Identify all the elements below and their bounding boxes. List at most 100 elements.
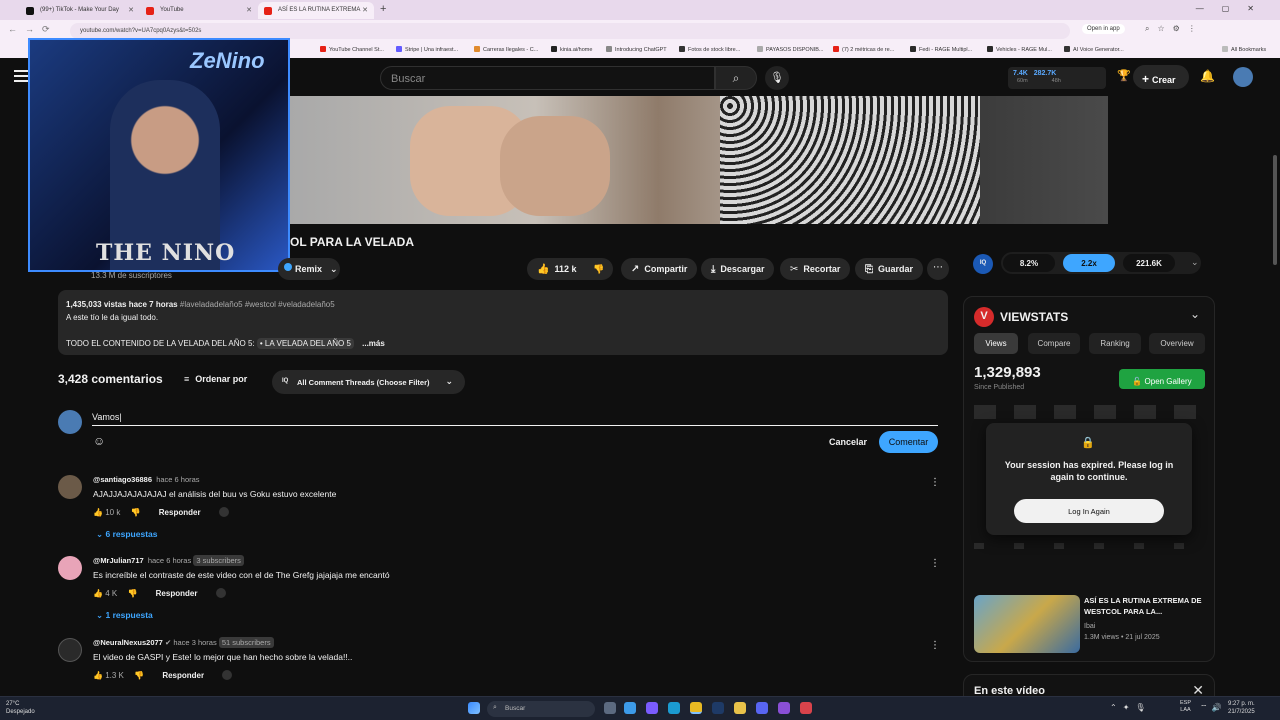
iq-metric[interactable]: 2.2x: [1063, 254, 1115, 272]
channel-stats-widget[interactable]: 7.4K 282.7K 60m 48h: [1008, 67, 1106, 89]
comment-author[interactable]: @santiago36886: [93, 475, 152, 484]
notifications-bell-icon[interactable]: 🔔: [1200, 69, 1215, 83]
create-button[interactable]: + Crear: [1133, 65, 1189, 89]
reply-button[interactable]: Responder: [162, 671, 204, 680]
comment-time[interactable]: hace 6 horas: [156, 475, 199, 484]
file-explorer-icon[interactable]: [734, 702, 746, 714]
bookmark-item[interactable]: Stripe | Una infraest...: [396, 46, 458, 53]
url-field[interactable]: youtube.com/watch?v=UA7cpq0Azys&t=502s: [70, 23, 1070, 39]
close-icon[interactable]: ✕: [128, 6, 134, 14]
window-controls[interactable]: —▢✕: [1196, 4, 1272, 13]
bookmark-item[interactable]: (7) 2 métricas de re...: [833, 46, 894, 53]
avatar[interactable]: [58, 475, 82, 499]
thumbs-down-icon[interactable]: 👎: [134, 671, 144, 680]
photoshop-icon[interactable]: [712, 702, 724, 714]
scrollbar[interactable]: [1273, 155, 1277, 265]
iq-metric[interactable]: 8.2%: [1003, 254, 1055, 272]
clip-button[interactable]: ✂ Recortar: [780, 258, 851, 280]
like-dislike-button[interactable]: 👍 112 k 👎: [527, 258, 613, 280]
bookmark-item[interactable]: Fotos de stock libre...: [679, 46, 740, 53]
search-icon[interactable]: ⌕: [715, 66, 757, 90]
trophy-icon[interactable]: 🏆: [1117, 69, 1131, 82]
taskbar-search[interactable]: ⌕ Buscar: [487, 701, 595, 717]
comment-time[interactable]: hace 3 horas: [173, 638, 216, 647]
browser-tab-youtube[interactable]: YouTube ✕: [140, 2, 258, 19]
bookmark-item[interactable]: AI Voice Generator...: [1064, 46, 1124, 53]
browser-tab-tiktok[interactable]: (99+) TikTok - Make Your Day ✕: [20, 2, 140, 19]
hashtags[interactable]: #laveladadelaño5 #westcol #veladadelaño5: [180, 300, 335, 309]
app-icon[interactable]: [800, 702, 812, 714]
browser-tab-active[interactable]: ASÍ ES LA RUTINA EXTREMA ✕: [258, 2, 374, 19]
comment-submit-button[interactable]: Comentar: [879, 431, 938, 453]
open-in-app-button[interactable]: Open in app: [1082, 24, 1125, 34]
thumbs-down-icon[interactable]: 👎: [127, 589, 137, 598]
video-description[interactable]: 1,435,033 vistas hace 7 horas #laveladad…: [58, 290, 948, 355]
tab-ranking[interactable]: Ranking: [1089, 333, 1141, 354]
task-view-icon[interactable]: [604, 702, 616, 714]
discord-icon[interactable]: [756, 702, 768, 714]
save-button[interactable]: ⎘ Guardar: [855, 258, 924, 280]
avatar[interactable]: [1233, 67, 1253, 87]
share-button[interactable]: ↗ Compartir: [621, 258, 698, 280]
more-vert-icon[interactable]: ⋮: [930, 477, 940, 488]
iq-logo-icon[interactable]: IQ: [973, 254, 993, 274]
bookmark-item[interactable]: Carreras Ilegales - C...: [474, 46, 538, 53]
comment-filter-dropdown[interactable]: IQ All Comment Threads (Choose Filter) ⌄: [272, 370, 465, 394]
clock[interactable]: 9:27 p. m. 21/7/2025: [1228, 700, 1255, 716]
iq-metric[interactable]: 221.6K: [1123, 254, 1175, 272]
more-actions-button[interactable]: ⋯: [927, 258, 949, 280]
related-video-thumbnail[interactable]: [974, 595, 1080, 653]
thumbs-up-icon[interactable]: 👍: [93, 508, 103, 517]
tab-views[interactable]: Views: [974, 333, 1018, 354]
cancel-button[interactable]: Cancelar: [822, 431, 874, 453]
tab-compare[interactable]: Compare: [1028, 333, 1080, 354]
more-vert-icon[interactable]: ⋮: [930, 558, 940, 569]
windows-start-icon[interactable]: [468, 702, 480, 714]
comment-author[interactable]: @MrJulian717: [93, 556, 144, 565]
download-button[interactable]: ⤓ Descargar: [701, 258, 775, 280]
thumbs-down-icon[interactable]: 👎: [131, 508, 141, 517]
weather-widget[interactable]: 27°C Despejado: [6, 700, 35, 716]
app-icon[interactable]: [778, 702, 790, 714]
thumbs-down-icon[interactable]: 👎: [593, 264, 604, 274]
log-in-again-button[interactable]: Log In Again: [1014, 499, 1164, 523]
tab-overview[interactable]: Overview: [1149, 333, 1205, 354]
bookmark-item[interactable]: Fedi - RAGE Multipl...: [910, 46, 972, 53]
all-bookmarks[interactable]: All Bookmarks: [1222, 46, 1266, 53]
chevron-down-icon[interactable]: ⌄: [1190, 307, 1200, 321]
chrome-icon[interactable]: [690, 702, 702, 714]
reply-button[interactable]: Responder: [156, 589, 198, 598]
menu-icon[interactable]: [14, 70, 28, 82]
more-vert-icon[interactable]: ⋮: [930, 640, 940, 651]
remix-button[interactable]: Remix ⌄: [278, 258, 340, 280]
related-video-title[interactable]: ASÍ ES LA RUTINA EXTREMA DE WESTCOL PARA…: [1084, 595, 1209, 617]
video-player[interactable]: [290, 96, 1108, 224]
input-language[interactable]: ESP LAA: [1180, 700, 1191, 714]
microphone-icon[interactable]: 🎙: [765, 66, 789, 90]
edge-icon[interactable]: [668, 702, 680, 714]
show-more-link[interactable]: ...más: [362, 339, 385, 348]
view-replies-button[interactable]: ⌄ 1 respuesta: [96, 610, 153, 621]
system-tray-icons[interactable]: ⌃✦🎙: [1110, 703, 1152, 712]
bookmark-item[interactable]: Vehicles - RAGE Mul...: [987, 46, 1052, 53]
network-volume-icons[interactable]: ⌔🔊: [1200, 703, 1225, 713]
bookmark-item[interactable]: Introducing ChatGPT: [606, 46, 667, 53]
comment-input[interactable]: [92, 409, 938, 426]
chevron-down-icon[interactable]: ⌄: [1191, 257, 1199, 268]
search-input[interactable]: Buscar: [380, 66, 715, 90]
bookmark-item[interactable]: kinia.ai/home: [551, 46, 592, 53]
thumbs-up-icon[interactable]: 👍: [93, 589, 103, 598]
comment-author[interactable]: @NeuralNexus2077: [93, 638, 163, 647]
sort-by-button[interactable]: ≡ Ordenar por: [184, 374, 247, 384]
thumbs-up-icon[interactable]: 👍: [93, 671, 103, 680]
view-replies-button[interactable]: ⌄ 6 respuestas: [96, 529, 157, 540]
new-tab-button[interactable]: +: [380, 3, 386, 15]
playlist-chip[interactable]: • LA VELADA DEL AÑO 5: [256, 338, 354, 349]
reply-button[interactable]: Responder: [159, 508, 201, 517]
avatar[interactable]: [58, 556, 82, 580]
bookmark-item[interactable]: PAYASOS DISPONIB...: [757, 46, 823, 53]
bookmark-item[interactable]: YouTube Channel St...: [320, 46, 384, 53]
browser-toolbar-icons[interactable]: ⌕☆⚙⋮: [1145, 24, 1204, 34]
close-icon[interactable]: ✕: [246, 6, 252, 14]
close-icon[interactable]: ✕: [362, 6, 368, 14]
